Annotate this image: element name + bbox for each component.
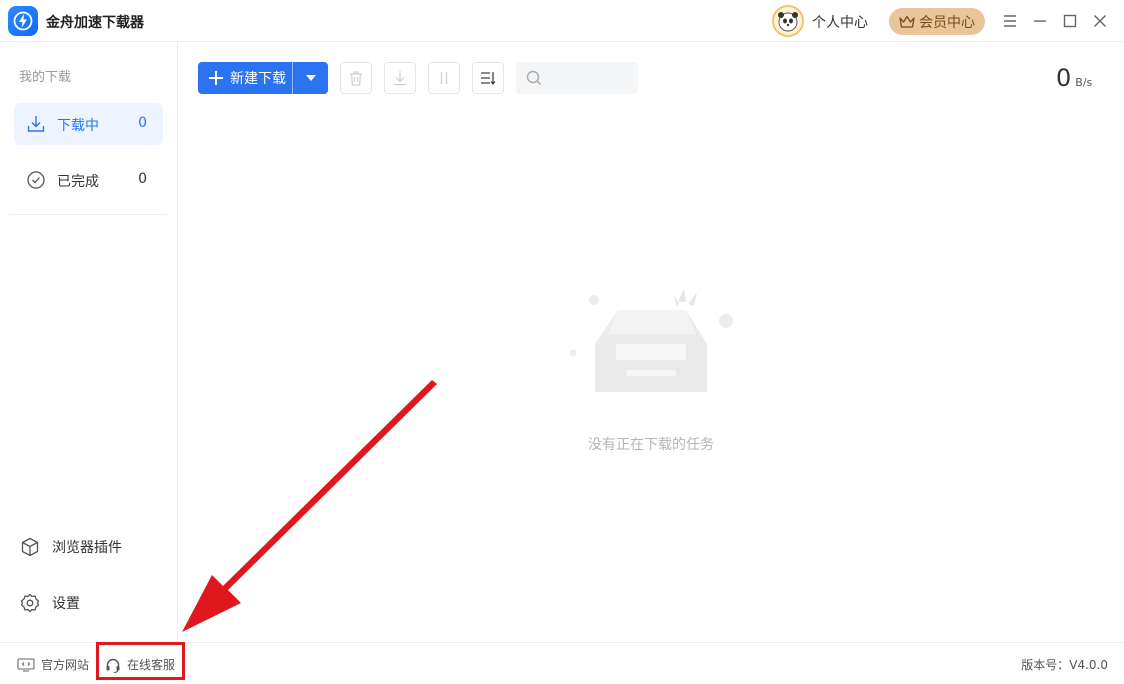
sidebar-divider	[9, 214, 167, 215]
sidebar-item-count: 0	[138, 171, 147, 187]
app-title: 金舟加速下载器	[46, 15, 144, 31]
headset-icon	[106, 658, 120, 673]
sidebar-item-count: 0	[138, 115, 147, 131]
sidebar: 我的下载 下载中 0 已完成 0 浏览器插件 设置	[0, 42, 178, 642]
sidebar-item-downloading[interactable]: 下载中 0	[14, 103, 163, 145]
app-window: 金舟加速下载器 个人中心 会员中心 我的下载 下载中 0 已完成 0 浏览器插件…	[0, 0, 1124, 684]
sidebar-item-settings[interactable]: 设置	[20, 591, 160, 615]
download-icon	[27, 116, 45, 132]
online-support-label: 在线客服	[127, 658, 176, 672]
sidebar-item-completed[interactable]: 已完成 0	[14, 159, 163, 201]
sidebar-item-label: 设置	[52, 596, 80, 612]
sidebar-section-title: 我的下载	[19, 70, 72, 85]
gear-icon	[20, 593, 40, 613]
browser-plugin-icon	[21, 537, 39, 557]
app-logo-icon	[8, 6, 38, 36]
sidebar-item-label: 浏览器插件	[52, 540, 122, 556]
empty-state-message: 没有正在下载的任务	[588, 437, 714, 453]
online-support-link[interactable]: 在线客服	[105, 656, 175, 673]
sidebar-item-browser-plugin[interactable]: 浏览器插件	[20, 535, 160, 559]
check-circle-icon	[27, 171, 45, 189]
sidebar-item-label: 下载中	[57, 118, 99, 134]
footer: 官方网站 在线客服 版本号：V4.0.0	[0, 642, 1124, 684]
official-site-label: 官方网站	[41, 658, 90, 672]
official-site-link[interactable]: 官方网站	[17, 656, 89, 673]
monitor-code-icon	[17, 657, 35, 672]
main-area: 没有正在下载的任务	[178, 0, 1124, 684]
sidebar-item-label: 已完成	[57, 174, 99, 190]
version-label: 版本号：V4.0.0	[1021, 658, 1108, 672]
